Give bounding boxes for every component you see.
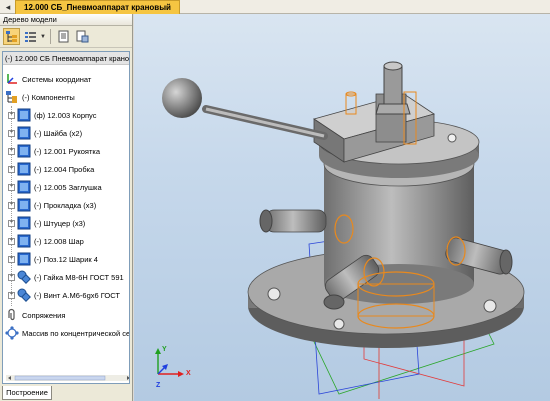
document-icon: [58, 30, 69, 43]
part-icon: [17, 126, 31, 140]
tree-item-component[interactable]: + (-) Штуцер (x3): [8, 214, 85, 232]
tree-item-label: (-) Штуцер (x3): [34, 218, 86, 228]
panel-title: Дерево модели: [0, 14, 132, 26]
3d-viewport[interactable]: Y X Z: [134, 14, 550, 401]
tree-item-coordinate-systems[interactable]: Системы координат: [5, 70, 91, 88]
tree-item-label: (-) Компоненты: [22, 92, 75, 102]
tree-item-component[interactable]: + (ф) 12.003 Корпус: [8, 106, 96, 124]
assembly-model-render: [162, 61, 525, 399]
axis-label-y: Y: [162, 346, 167, 353]
properties-button[interactable]: [55, 28, 72, 45]
tree-item-label: (ф) 12.003 Корпус: [34, 110, 97, 120]
part-icon: [17, 234, 31, 248]
tree-horizontal-scrollbar[interactable]: [6, 375, 130, 381]
tree-root-assembly[interactable]: (-) 12.000 СБ Пневмоаппарат крановы: [3, 52, 129, 65]
tree-item-label: (-) 12.008 Шар: [34, 236, 84, 246]
tree-item-mates[interactable]: Сопряжения: [5, 306, 65, 324]
tab-scroll-left-icon[interactable]: ◂: [2, 1, 14, 13]
tree-structure-icon: [6, 31, 17, 42]
tree-item-component[interactable]: + (-) Прокладка (x3): [8, 196, 96, 214]
axis-label-x: X: [186, 370, 191, 377]
coordinate-system-icon: [7, 74, 17, 84]
tree-item-label: (-) Гайка М8-6H ГОСТ 591: [34, 272, 124, 282]
expand-toggle[interactable]: +: [8, 219, 15, 227]
list-view-icon: [25, 32, 36, 42]
part-icon: [17, 144, 31, 158]
expand-toggle[interactable]: +: [8, 237, 15, 245]
chevron-down-icon[interactable]: ▼: [40, 34, 46, 40]
components-icon: [6, 91, 17, 103]
standard-part-icon: [17, 288, 31, 302]
tree-item-component[interactable]: + (-) Винт А.М6-6gx6 ГОСТ: [8, 286, 120, 304]
part-icon: [17, 216, 31, 230]
expand-toggle[interactable]: +: [8, 255, 15, 263]
tree-item-label: (-) Поз.12 Шарик 4: [34, 254, 98, 264]
tree-item-label: Массив по концентрической се: [22, 328, 130, 338]
tree-item-label: (-) Прокладка (x3): [34, 200, 97, 210]
expand-toggle[interactable]: +: [8, 165, 15, 173]
tree-item-label: (-) 12.005 Заглушка: [34, 182, 102, 192]
tree-toolbar: ▼: [0, 26, 132, 48]
document-tabstrip: ◂ 12.000 СБ_Пневмоаппарат крановый: [0, 0, 550, 14]
paperclip-icon: [8, 308, 15, 321]
part-icon: [17, 252, 31, 266]
tree-item-component[interactable]: + (-) 12.001 Рукоятка: [8, 142, 100, 160]
tree-item-label: (-) Шайба (x2): [34, 128, 83, 138]
document-filter-icon: [76, 30, 89, 43]
expand-toggle[interactable]: +: [8, 129, 15, 137]
axis-label-z: Z: [156, 382, 161, 389]
tree-structure-button[interactable]: [3, 28, 20, 45]
expand-toggle[interactable]: +: [8, 273, 15, 281]
expand-toggle[interactable]: +: [8, 111, 15, 119]
tree-item-label: (-) 12.004 Пробка: [34, 164, 95, 174]
tree-view-mode-button[interactable]: [22, 28, 39, 45]
tree-item-label: Сопряжения: [22, 310, 66, 320]
tree-item-component[interactable]: + (-) Гайка М8-6H ГОСТ 591: [8, 268, 124, 286]
tree-item-component[interactable]: + (-) Шайба (x2): [8, 124, 82, 142]
tree-item-component[interactable]: + (-) 12.008 Шар: [8, 232, 84, 250]
tree-item-label: (-) Винт А.М6-6gx6 ГОСТ: [34, 290, 121, 300]
tree-item-label: Системы координат: [22, 74, 92, 84]
expand-toggle[interactable]: +: [8, 183, 15, 191]
model-tree: (-) 12.000 СБ Пневмоаппарат крановы Сист…: [2, 51, 130, 384]
model-tree-panel: Дерево модели ▼ (-) 12.000 СБ Пневмоаппа…: [0, 14, 133, 401]
tab-build[interactable]: Построение: [2, 386, 52, 400]
toolbar-separator: [49, 29, 51, 44]
expand-toggle[interactable]: +: [8, 147, 15, 155]
part-icon: [17, 108, 31, 122]
tree-item-array[interactable]: Массив по концентрической се: [5, 324, 130, 342]
part-icon: [17, 162, 31, 176]
standard-part-icon: [17, 270, 31, 284]
part-icon: [17, 180, 31, 194]
tree-item-component[interactable]: + (-) Поз.12 Шарик 4: [8, 250, 98, 268]
part-icon: [17, 198, 31, 212]
document-tab[interactable]: 12.000 СБ_Пневмоаппарат крановый: [15, 0, 180, 14]
tree-item-component[interactable]: + (-) 12.004 Пробка: [8, 160, 94, 178]
tree-item-components[interactable]: (-) Компоненты: [5, 88, 75, 106]
filter-button[interactable]: [74, 28, 91, 45]
tree-item-label: (-) 12.001 Рукоятка: [34, 146, 101, 156]
tree-item-component[interactable]: + (-) 12.005 Заглушка: [8, 178, 102, 196]
expand-toggle[interactable]: +: [8, 201, 15, 209]
circular-array-icon: [5, 326, 19, 340]
expand-toggle[interactable]: +: [8, 291, 15, 299]
